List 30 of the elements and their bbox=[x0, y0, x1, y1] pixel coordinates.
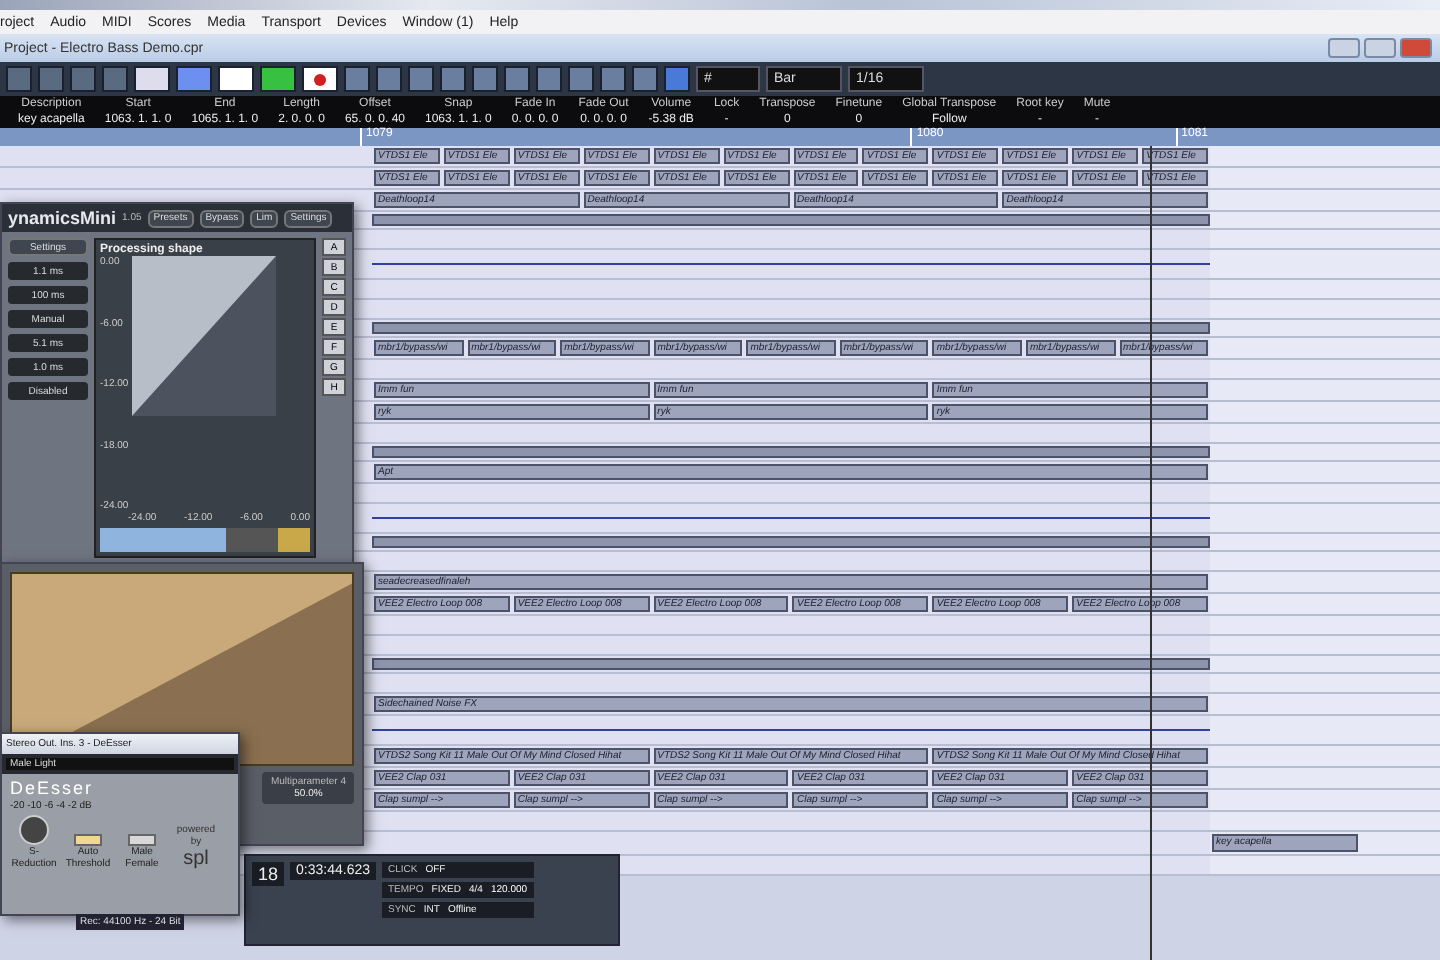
male-female-switch[interactable] bbox=[128, 834, 156, 846]
brand-logo: spl bbox=[183, 848, 209, 870]
record-icon bbox=[314, 73, 326, 85]
tool-icon[interactable] bbox=[38, 66, 64, 92]
maximize-button[interactable] bbox=[1364, 38, 1396, 58]
tool-icon[interactable] bbox=[536, 66, 562, 92]
bar-display: 18 bbox=[252, 862, 285, 886]
plugin-title: ynamicsMini bbox=[8, 208, 117, 228]
tool-icon[interactable] bbox=[6, 66, 32, 92]
tool-icon[interactable] bbox=[568, 66, 594, 92]
record-button[interactable] bbox=[302, 66, 338, 92]
plugin-name: DeEsser bbox=[10, 778, 96, 798]
tool-icon[interactable] bbox=[632, 66, 658, 92]
reduction-knob[interactable] bbox=[18, 814, 50, 846]
tool-icon[interactable] bbox=[472, 66, 498, 92]
tool-icon[interactable] bbox=[102, 66, 128, 92]
rewind-button[interactable] bbox=[134, 66, 170, 92]
auto-threshold-switch[interactable] bbox=[74, 834, 102, 846]
play-button[interactable] bbox=[260, 66, 296, 92]
snap-button[interactable] bbox=[664, 66, 690, 92]
tool-icon[interactable] bbox=[70, 66, 96, 92]
tool-icon[interactable] bbox=[440, 66, 466, 92]
cycle-button[interactable] bbox=[176, 66, 212, 92]
stop-button[interactable] bbox=[218, 66, 254, 92]
minimize-button[interactable] bbox=[1328, 38, 1360, 58]
tool-icon[interactable] bbox=[600, 66, 626, 92]
tool-icon[interactable] bbox=[344, 66, 370, 92]
tool-icon[interactable] bbox=[376, 66, 402, 92]
tool-icon[interactable] bbox=[504, 66, 530, 92]
tool-icon[interactable] bbox=[408, 66, 434, 92]
